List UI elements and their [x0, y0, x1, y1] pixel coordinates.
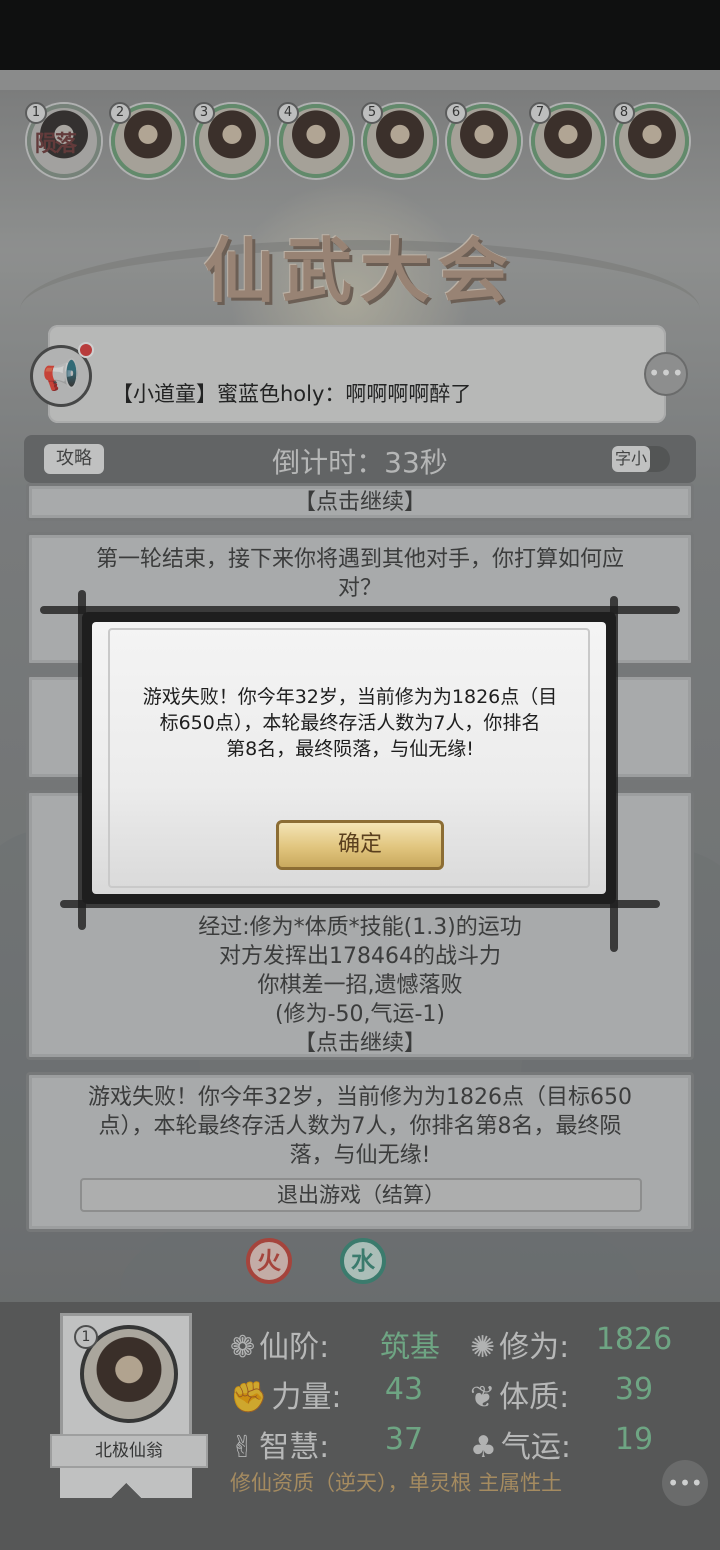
dialog-message: 游戏失败！你今年32岁，当前修为为1826点（目 标650点），本轮最终存活人数… — [130, 684, 570, 762]
dialog-line-2: 标650点），本轮最终存活人数为7人，你排名 — [159, 712, 541, 734]
dialog-line-1: 游戏失败！你今年32岁，当前修为为1826点（目 — [142, 686, 558, 708]
confirm-button[interactable]: 确定 — [276, 820, 444, 870]
dialog-line-3: 第8名，最终陨落，与仙无缘! — [226, 738, 474, 760]
